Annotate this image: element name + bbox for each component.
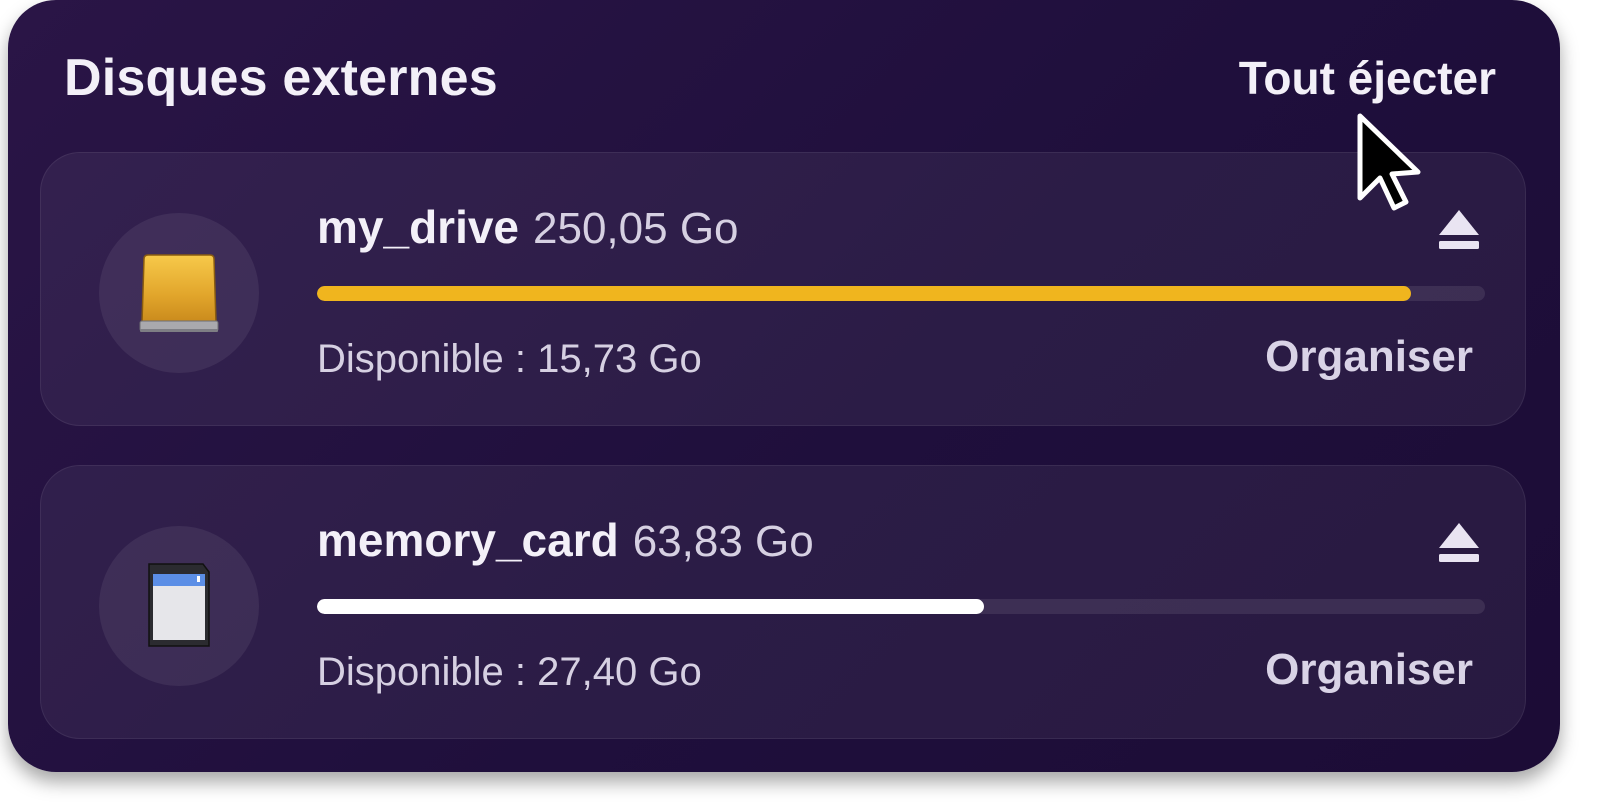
disk-name: memory_card	[317, 514, 619, 566]
organize-button[interactable]: Organiser	[1265, 327, 1473, 387]
external-disks-panel: Disques externes Tout éjecter my_drive 25…	[8, 0, 1560, 772]
arrow-cursor-icon	[1357, 113, 1421, 211]
available-space-text: Disponible : 27,40 Go	[317, 650, 702, 694]
disk-name-row: memory_card 63,83 Go	[317, 510, 814, 582]
usage-bar-fill	[317, 599, 984, 614]
organize-button[interactable]: Organiser	[1265, 640, 1473, 700]
usage-bar-track	[317, 286, 1485, 301]
disk-name: my_drive	[317, 201, 520, 253]
eject-icon[interactable]	[1435, 518, 1483, 566]
disk-card-memory-card: memory_card 63,83 Go Disponible : 27,40 G…	[40, 465, 1526, 739]
disk-name-row: my_drive 250,05 Go	[317, 197, 739, 269]
usage-bar-fill	[317, 286, 1412, 301]
sd-card-icon	[148, 563, 210, 647]
disk-icon-container	[99, 526, 259, 686]
eject-all-button[interactable]: Tout éjecter	[1239, 46, 1496, 110]
available-space-text: Disponible : 15,73 Go	[317, 337, 702, 381]
disk-icon-container	[99, 213, 259, 373]
disk-card-my-drive: my_drive 250,05 Go Disponible : 15,73 Go …	[40, 152, 1526, 426]
external-drive-icon	[139, 254, 219, 332]
eject-icon[interactable]	[1435, 205, 1483, 253]
disk-capacity: 250,05 Go	[533, 204, 739, 253]
usage-bar-track	[317, 599, 1485, 614]
panel-title: Disques externes	[64, 49, 498, 107]
disk-capacity: 63,83 Go	[632, 517, 814, 566]
